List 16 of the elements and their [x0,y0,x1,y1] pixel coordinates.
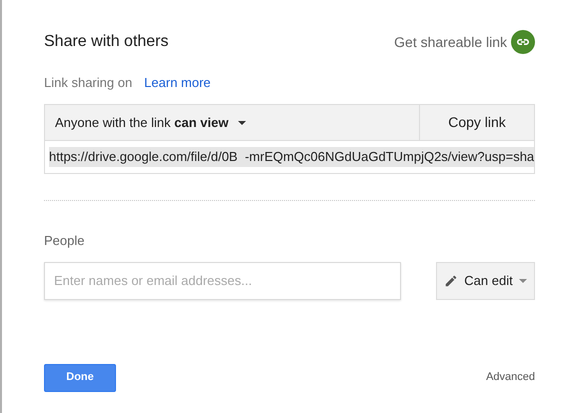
people-label: People [44,232,84,250]
advanced-link[interactable]: Advanced [486,369,535,386]
link-sharing-status: Link sharing on [44,74,132,92]
access-dropdown[interactable]: Anyone with the link can view [45,105,419,140]
done-button[interactable]: Done [44,364,116,392]
link-url-field[interactable]: https://drive.google.com/file/d/0B -mrEQmQc06NGdUaGdTUmpjQ2s/view?usp=sha [49,147,534,167]
caret-icon [518,278,527,282]
permission-dropdown[interactable]: Can edit [436,262,535,300]
people-input-field[interactable]: Enter names or email addresses... [44,262,401,300]
dialog-title: Share with others [44,32,169,52]
caret-icon [238,120,246,124]
pencil-icon [444,274,458,288]
copy-link-button[interactable]: Copy link [419,105,534,140]
get-shareable-link[interactable]: Get shareable link [394,30,535,54]
learn-more-link[interactable]: Learn more [144,73,211,93]
link-icon [511,30,535,54]
